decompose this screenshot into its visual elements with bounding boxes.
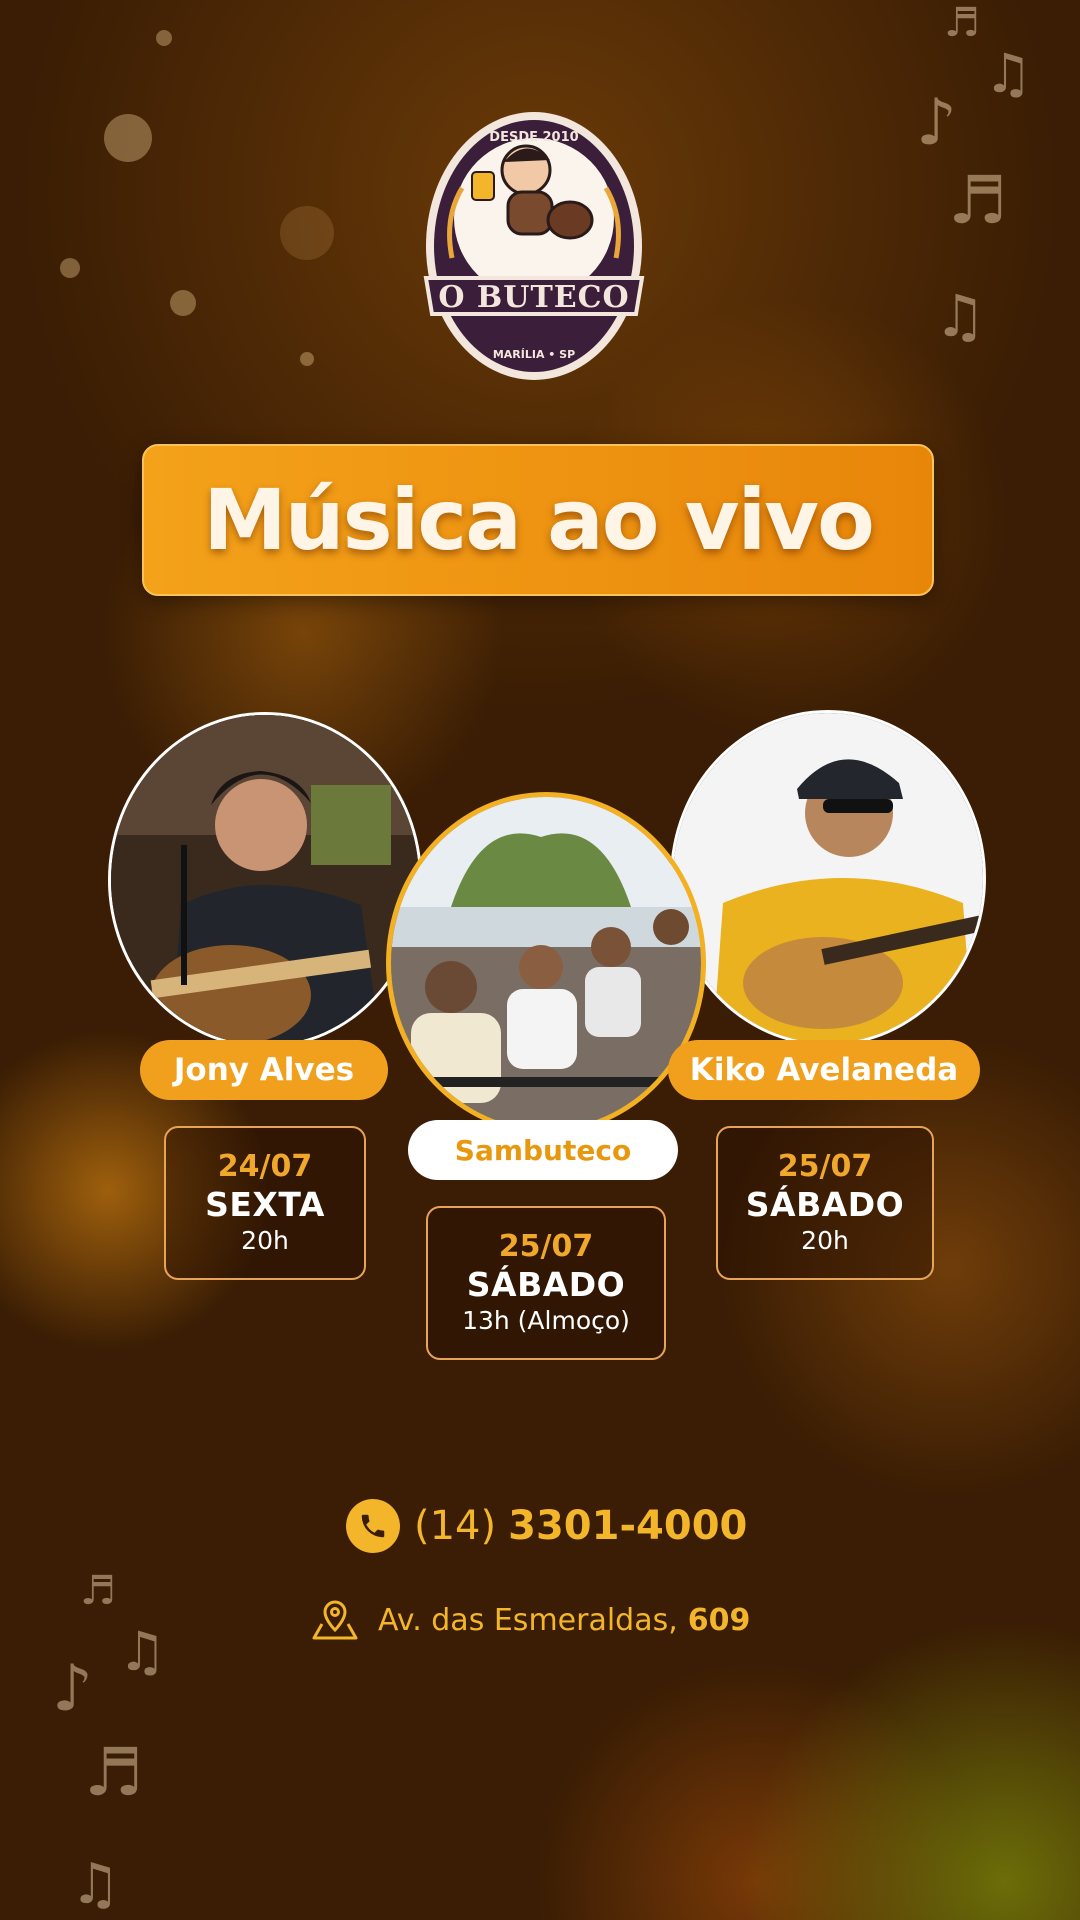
event-date-box-kiko-avelaneda: 25/07 SÁBADO 20h bbox=[716, 1126, 934, 1280]
event-date: 24/07 bbox=[217, 1149, 313, 1184]
music-note-icon: ♬ bbox=[944, 0, 980, 46]
music-note-icon: ♪ bbox=[52, 1652, 93, 1726]
artist-photo-sambuteco bbox=[386, 792, 706, 1134]
bokeh-light bbox=[170, 290, 196, 316]
logo-location: MARÍLIA • SP bbox=[492, 348, 576, 361]
music-note-icon: ♫ bbox=[984, 42, 1033, 105]
logo-name: O BUTECO bbox=[438, 280, 630, 315]
music-note-icon: ♬ bbox=[948, 162, 1008, 239]
event-day: SÁBADO bbox=[466, 1265, 626, 1304]
music-note-icon: ♬ bbox=[84, 1734, 144, 1811]
music-note-icon: ♫ bbox=[934, 282, 986, 350]
address-number: 609 bbox=[687, 1602, 751, 1638]
phone-contact[interactable]: (14) 3301-4000 bbox=[346, 1496, 747, 1556]
title-banner: Música ao vivo bbox=[142, 444, 934, 596]
artist-photo-jony-alves bbox=[108, 712, 422, 1048]
artist-photo-kiko-avelaneda bbox=[670, 710, 986, 1046]
music-note-icon: ♪ bbox=[916, 86, 957, 160]
event-time: 20h bbox=[801, 1226, 849, 1255]
event-day: SÁBADO bbox=[745, 1185, 905, 1224]
artist-name-sambuteco: Sambuteco bbox=[408, 1120, 678, 1180]
address[interactable]: Av. das Esmeraldas, 609 bbox=[310, 1596, 750, 1644]
bokeh-light bbox=[60, 258, 80, 278]
event-date: 25/07 bbox=[777, 1149, 873, 1184]
address-street: Av. das Esmeraldas, bbox=[378, 1602, 678, 1638]
event-time: 13h (Almoço) bbox=[462, 1306, 630, 1335]
event-date-box-sambuteco: 25/07 SÁBADO 13h (Almoço) bbox=[426, 1206, 666, 1360]
logo-top-text: DESDE 2010 bbox=[489, 130, 579, 145]
bokeh-light bbox=[300, 352, 314, 366]
page-title: Música ao vivo bbox=[203, 471, 875, 569]
brand-logo: DESDE 2010 O BUTECO MARÍLIA • SP bbox=[422, 108, 646, 384]
phone-number: 3301-4000 bbox=[508, 1503, 748, 1549]
event-time: 20h bbox=[241, 1226, 289, 1255]
event-date: 25/07 bbox=[498, 1229, 594, 1264]
bokeh-light bbox=[156, 30, 172, 46]
event-date-box-jony-alves: 24/07 SEXTA 20h bbox=[164, 1126, 366, 1280]
phone-icon bbox=[346, 1499, 400, 1553]
bokeh-light bbox=[280, 206, 334, 260]
event-day: SEXTA bbox=[205, 1185, 325, 1224]
phone-prefix: (14) bbox=[414, 1503, 497, 1549]
artist-name-kiko-avelaneda: Kiko Avelaneda bbox=[668, 1040, 980, 1100]
music-note-icon: ♫ bbox=[118, 1620, 167, 1683]
map-pin-icon bbox=[312, 1600, 358, 1640]
artist-name-jony-alves: Jony Alves bbox=[140, 1040, 388, 1100]
music-note-icon: ♬ bbox=[80, 1568, 116, 1614]
music-note-icon: ♫ bbox=[70, 1852, 121, 1917]
bokeh-light bbox=[104, 114, 152, 162]
